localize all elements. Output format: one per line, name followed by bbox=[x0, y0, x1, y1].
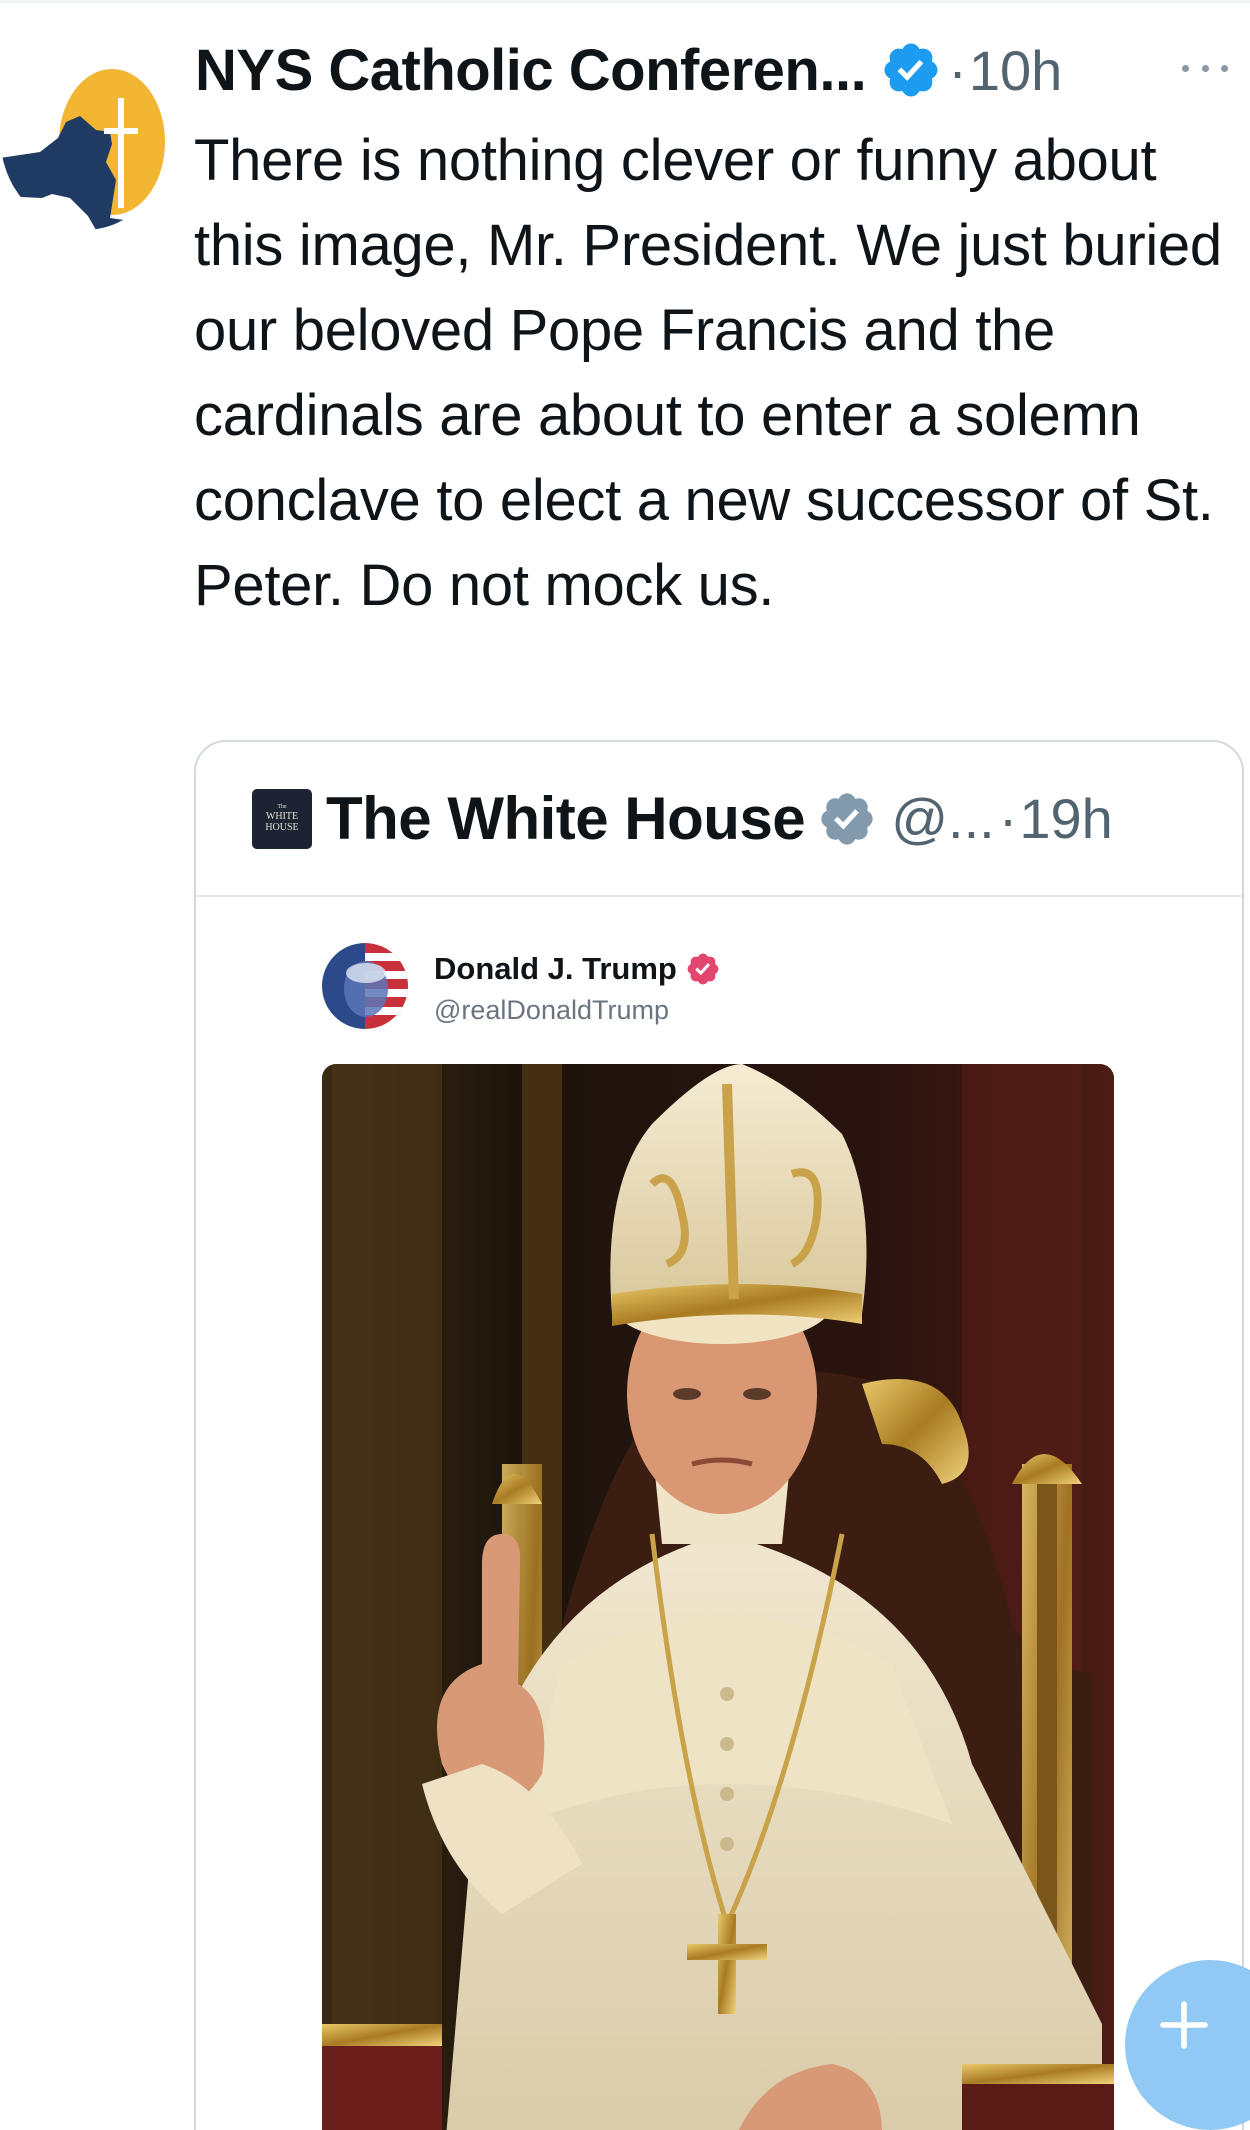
verified-badge-icon bbox=[884, 43, 938, 97]
white-house-logo[interactable]: The WHITE HOUSE bbox=[252, 788, 312, 849]
verified-badge-icon bbox=[687, 953, 719, 985]
more-dot bbox=[1221, 64, 1228, 72]
tweet-text: There is nothing clever or funny about t… bbox=[194, 128, 1222, 618]
nys-catholic-logo bbox=[0, 40, 170, 230]
verified-badge-icon bbox=[821, 792, 873, 845]
embedded-avatar bbox=[322, 943, 408, 1029]
embedded-author-label: Donald J. Trump bbox=[434, 951, 677, 986]
time-separator: · bbox=[998, 787, 1018, 850]
logo-line: WHITE bbox=[265, 811, 299, 822]
more-options-icon[interactable] bbox=[1182, 48, 1228, 88]
quoted-media[interactable]: Donald J. Trump @realDonaldTrump bbox=[196, 899, 1242, 2130]
top-divider bbox=[0, 0, 1250, 3]
logo-line: HOUSE bbox=[265, 822, 299, 833]
tweet-time[interactable]: 10h bbox=[969, 38, 1062, 103]
author-avatar[interactable] bbox=[0, 40, 170, 230]
quoted-tweet-card[interactable]: The WHITE HOUSE The White House @... · 1… bbox=[194, 740, 1244, 2130]
embedded-handle: @realDonaldTrump bbox=[434, 995, 669, 1025]
author-name[interactable]: NYS Catholic Conferen... bbox=[195, 37, 867, 104]
embedded-author-name: Donald J. Trump bbox=[434, 951, 721, 987]
portrait-illustration bbox=[322, 1064, 1114, 2130]
more-dot bbox=[1182, 64, 1189, 72]
more-dot bbox=[1201, 64, 1209, 72]
quoted-time[interactable]: 19h bbox=[1019, 786, 1112, 851]
time-separator: · bbox=[948, 38, 967, 102]
quoted-handle[interactable]: @... bbox=[891, 786, 995, 851]
compose-plus-icon bbox=[1160, 2001, 1208, 2049]
flag-portrait-avatar bbox=[322, 943, 408, 1029]
tweet-header: NYS Catholic Conferen... · 10h bbox=[195, 30, 1230, 110]
quoted-author-name[interactable]: The White House bbox=[326, 784, 806, 853]
quoted-tweet-header: The WHITE HOUSE The White House @... · 1… bbox=[196, 742, 1242, 897]
tweet-page: NYS Catholic Conferen... · 10h There is … bbox=[0, 0, 1250, 2130]
logo-line: The bbox=[277, 804, 287, 810]
pope-portrait-image[interactable] bbox=[322, 1064, 1114, 2130]
